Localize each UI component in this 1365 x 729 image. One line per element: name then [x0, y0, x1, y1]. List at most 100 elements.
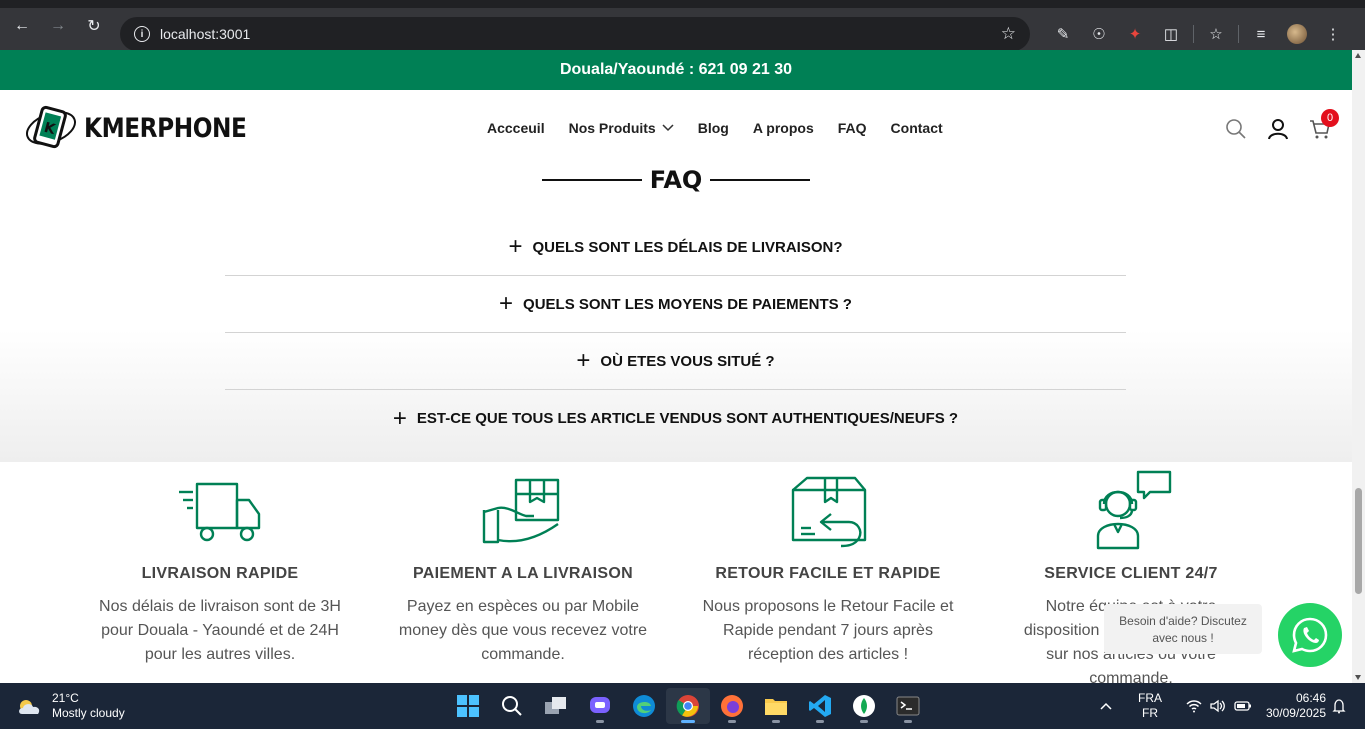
taskbar-app-firefox[interactable] [710, 688, 754, 724]
extensions-area: ✎ ☉ ✦ ◫ ☆ ≡ ⋮ [1045, 22, 1351, 46]
scroll-up-arrow[interactable] [1355, 53, 1361, 58]
system-clock[interactable]: 06:46 30/09/2025 [1256, 691, 1326, 721]
chevron-down-icon [662, 124, 674, 132]
nav-label: A propos [752, 120, 814, 136]
whatsapp-icon [1292, 617, 1328, 653]
battery-icon[interactable] [1234, 700, 1252, 712]
notification-bell-icon[interactable] [1332, 698, 1346, 714]
cart-count-badge: 0 [1321, 109, 1339, 127]
bookmarks-icon[interactable]: ☆ [1198, 22, 1234, 46]
heading-rule [710, 179, 811, 181]
menu-dots-icon[interactable]: ⋮ [1315, 22, 1351, 46]
terminal-icon [896, 696, 920, 716]
faq-question-text: QUELS SONT LES MOYENS DE PAIEMENTS ? [523, 295, 852, 313]
faq-question[interactable]: + QUELS SONT LES DÉLAIS DE LIVRAISON? [225, 219, 1126, 276]
scroll-thumb[interactable] [1355, 488, 1362, 594]
taskbar-app-chrome[interactable] [666, 688, 710, 724]
nav-item-blog[interactable]: Blog [698, 120, 729, 136]
running-indicator [728, 720, 736, 723]
vscode-icon [809, 695, 831, 717]
weather-condition: Mostly cloudy [52, 706, 125, 720]
bookmark-star-icon[interactable]: ☆ [1001, 24, 1016, 44]
site-info-icon[interactable]: i [134, 26, 150, 42]
nav-label: Accceuil [487, 120, 545, 136]
start-button[interactable] [446, 688, 490, 724]
back-icon[interactable]: ← [8, 12, 36, 40]
chevron-up-icon[interactable] [1100, 702, 1112, 710]
wifi-icon[interactable] [1186, 699, 1202, 713]
taskbar-app-terminal[interactable] [886, 688, 930, 724]
site-header: K KMERPHONE Accceuil Nos Produits Blog A… [0, 90, 1352, 168]
running-indicator [681, 720, 695, 723]
forward-icon[interactable]: → [44, 12, 72, 40]
toolbar-divider [1193, 25, 1194, 43]
whatsapp-button[interactable] [1278, 603, 1342, 667]
feature-description: Nous proposons le Retour Facile et Rapid… [683, 595, 973, 667]
phone-banner: Douala/Yaoundé : 621 09 21 30 [0, 50, 1352, 90]
compass-icon[interactable]: ☉ [1081, 22, 1117, 46]
nav-item-contact[interactable]: Contact [891, 120, 943, 136]
feature-description: Nos délais de livraison sont de 3H pour … [75, 595, 365, 667]
media-icon[interactable]: ≡ [1243, 22, 1279, 46]
taskbar-app-chat[interactable] [578, 688, 622, 724]
extension-red-icon[interactable]: ✦ [1117, 22, 1153, 46]
faq-question[interactable]: + QUELS SONT LES MOYENS DE PAIEMENTS ? [225, 276, 1126, 333]
site-logo[interactable]: K KMERPHONE [24, 105, 273, 151]
nav-item-accueil[interactable]: Accceuil [487, 120, 545, 136]
feature-title: SERVICE CLIENT 24/7 [1044, 565, 1218, 582]
faq-question[interactable]: + EST-CE QUE TOUS LES ARTICLE VENDUS SON… [225, 390, 1126, 447]
faq-question[interactable]: + OÙ ETES VOUS SITUÉ ? [225, 333, 1126, 390]
firefox-icon [721, 695, 743, 717]
taskbar-search[interactable] [490, 688, 534, 724]
running-indicator [772, 720, 780, 723]
task-view-icon [545, 697, 566, 714]
nav-label: FAQ [837, 120, 867, 136]
desc-line: commande. [481, 646, 565, 663]
clock-date: 30/09/2025 [1265, 706, 1326, 720]
volume-icon[interactable] [1210, 699, 1226, 713]
nav-item-faq[interactable]: FAQ [838, 120, 867, 136]
windows-taskbar: 21°C Mostly cloudy FRA FR 06:46 30/09/20… [0, 683, 1365, 729]
windows-logo-icon [457, 695, 479, 717]
nav-item-apropos[interactable]: A propos [753, 120, 814, 136]
edge-icon [633, 695, 655, 717]
desc-line: money dès que vous recevez votre [398, 622, 648, 639]
address-bar[interactable]: i localhost:3001 ☆ [120, 17, 1030, 51]
page-scrollbar[interactable] [1352, 50, 1365, 683]
chat-prompt-line: avec nous ! [1152, 631, 1214, 645]
folder-icon [765, 699, 787, 715]
faq-heading: FAQ [541, 166, 811, 194]
weather-widget[interactable]: 21°C Mostly cloudy [16, 691, 125, 721]
chat-prompt-line: Besoin d'aide? Discutez [1119, 614, 1247, 628]
input-language[interactable]: FRA FR [1138, 691, 1162, 721]
task-view-button[interactable] [534, 688, 578, 724]
scroll-down-arrow[interactable] [1355, 675, 1361, 680]
eyedropper-icon[interactable]: ✎ [1045, 22, 1081, 46]
mongodb-leaf-icon [853, 695, 875, 717]
reload-icon[interactable]: ↻ [80, 12, 108, 40]
user-icon[interactable] [1267, 118, 1289, 140]
keyboard-code: FR [1142, 706, 1158, 720]
search-icon[interactable] [1225, 118, 1247, 140]
clock-time: 06:46 [1295, 691, 1326, 705]
chat-prompt-bubble[interactable]: Besoin d'aide? Discutez avec nous ! [1104, 604, 1262, 654]
taskbar-app-mongodb[interactable] [842, 688, 886, 724]
desc-line: Nos délais de livraison sont de 3H [99, 598, 341, 615]
taskbar-app-vscode[interactable] [798, 688, 842, 724]
feature-description: Payez en espèces ou par Mobile money dès… [378, 595, 668, 667]
profile-avatar[interactable] [1279, 22, 1315, 46]
taskbar-app-explorer[interactable] [754, 688, 798, 724]
puzzle-icon[interactable]: ◫ [1153, 22, 1189, 46]
support-agent-icon [1096, 470, 1172, 550]
taskbar-app-edge[interactable] [622, 688, 666, 724]
toolbar-divider [1238, 25, 1239, 43]
faq-question-text: QUELS SONT LES DÉLAIS DE LIVRAISON? [532, 238, 843, 256]
faq-title-text: FAQ [649, 166, 703, 194]
heading-rule [541, 179, 642, 181]
nav-item-produits[interactable]: Nos Produits [569, 120, 674, 136]
running-indicator [904, 720, 912, 723]
desc-line: pour les autres villes. [144, 646, 296, 663]
desc-line: réception des articles ! [747, 646, 909, 663]
running-indicator [860, 720, 868, 723]
language-code: FRA [1138, 691, 1162, 705]
